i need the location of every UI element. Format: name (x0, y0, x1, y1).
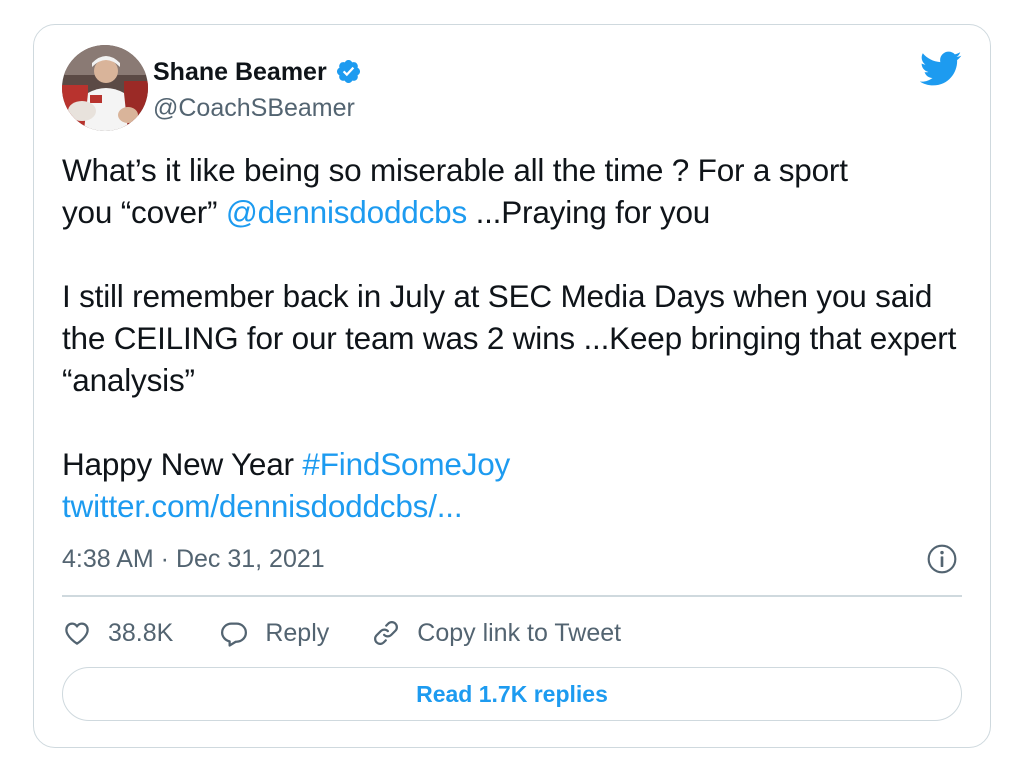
copy-link-button[interactable]: Copy link to Tweet (371, 618, 621, 648)
copy-link-label: Copy link to Tweet (417, 618, 622, 647)
action-bar: 38.8K Reply Copy link to Tweet (62, 613, 621, 653)
tweet-paragraph-2: I still remember back in July at SEC Med… (62, 278, 957, 398)
reply-label: Reply (265, 618, 330, 647)
mention-link[interactable]: @dennisdoddcbs (226, 194, 467, 230)
tweet-text-happy-new-year: Happy New Year (62, 446, 303, 482)
read-replies-label: Read 1.7K replies (416, 680, 608, 707)
tweet-paragraph-3: Happy New Year #FindSomeJoy twitter.com/… (62, 443, 962, 527)
tweet-text-line-2-prefix: you “cover” (62, 194, 226, 230)
link-icon (374, 621, 399, 645)
tweet-timestamp[interactable]: 4:38 AM · Dec 31, 2021 (62, 542, 325, 576)
quoted-tweet-link[interactable]: twitter.com/dennisdoddcbs/... (62, 488, 463, 524)
tweet-text: What’s it like being so miserable all th… (62, 149, 962, 527)
tweet-card: Shane Beamer @CoachSBeamer What’s it lik… (33, 24, 991, 748)
verified-badge-icon (337, 59, 361, 83)
tweet-text-line-2-suffix: ...Praying for you (467, 194, 711, 230)
like-button[interactable]: 38.8K (62, 618, 173, 648)
twitter-bird-icon[interactable] (920, 51, 962, 87)
author-display-name[interactable]: Shane Beamer (153, 55, 327, 89)
heart-icon (65, 622, 89, 645)
divider (62, 595, 962, 597)
avatar[interactable] (62, 45, 148, 131)
author-handle[interactable]: @CoachSBeamer (153, 91, 362, 125)
reply-button[interactable]: Reply (219, 618, 329, 648)
author-block: Shane Beamer @CoachSBeamer (153, 55, 362, 125)
info-icon[interactable] (926, 543, 958, 575)
read-replies-button[interactable]: Read 1.7K replies (62, 667, 962, 721)
hashtag-link[interactable]: #FindSomeJoy (302, 446, 510, 482)
tweet-paragraph-1: What’s it like being so miserable all th… (62, 149, 962, 233)
like-count: 38.8K (108, 618, 174, 647)
tweet-text-line-1: What’s it like being so miserable all th… (62, 152, 848, 188)
profile-photo-icon (62, 45, 148, 131)
reply-bubble-icon (221, 622, 248, 647)
